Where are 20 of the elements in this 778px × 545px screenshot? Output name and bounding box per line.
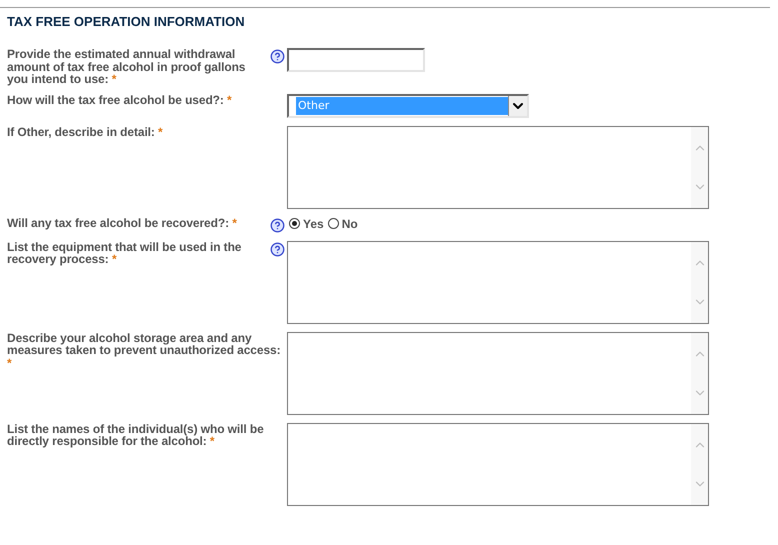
help-icon[interactable] xyxy=(270,242,285,256)
field-label: Provide the estimated annual withdrawal amount of tax free alcohol in proof gallons you intend to use: * xyxy=(7,48,246,86)
text-area-field[interactable] xyxy=(287,240,709,324)
field-label: If Other, describe in detail: * xyxy=(7,126,164,138)
radio-button[interactable] xyxy=(289,218,300,229)
text-area-field[interactable] xyxy=(287,126,709,208)
text-area-field[interactable] xyxy=(287,422,709,506)
text-input-field[interactable] xyxy=(287,48,425,72)
help-icon[interactable] xyxy=(270,49,285,64)
section-title: TAX FREE OPERATION INFORMATION xyxy=(7,14,246,29)
field-label: Will any tax free alcohol be recovered?: * xyxy=(7,216,238,229)
field-label: List the equipment that will be used in the recovery process: * xyxy=(7,240,242,266)
radio-label[interactable]: Yes xyxy=(303,216,324,230)
help-icon[interactable] xyxy=(270,218,285,232)
text-area-field[interactable] xyxy=(287,332,709,414)
field-label: How will the tax free alcohol be used?: * xyxy=(7,94,233,106)
field-label: List the names of the individual(s) who will be directly responsible for the alcohol: * xyxy=(7,422,265,448)
field-label: Describe your alcohol storage area and any measures taken to prevent unauthorized access: * xyxy=(7,332,282,369)
radio-button[interactable] xyxy=(328,218,339,229)
radio-label[interactable]: No xyxy=(342,216,358,230)
